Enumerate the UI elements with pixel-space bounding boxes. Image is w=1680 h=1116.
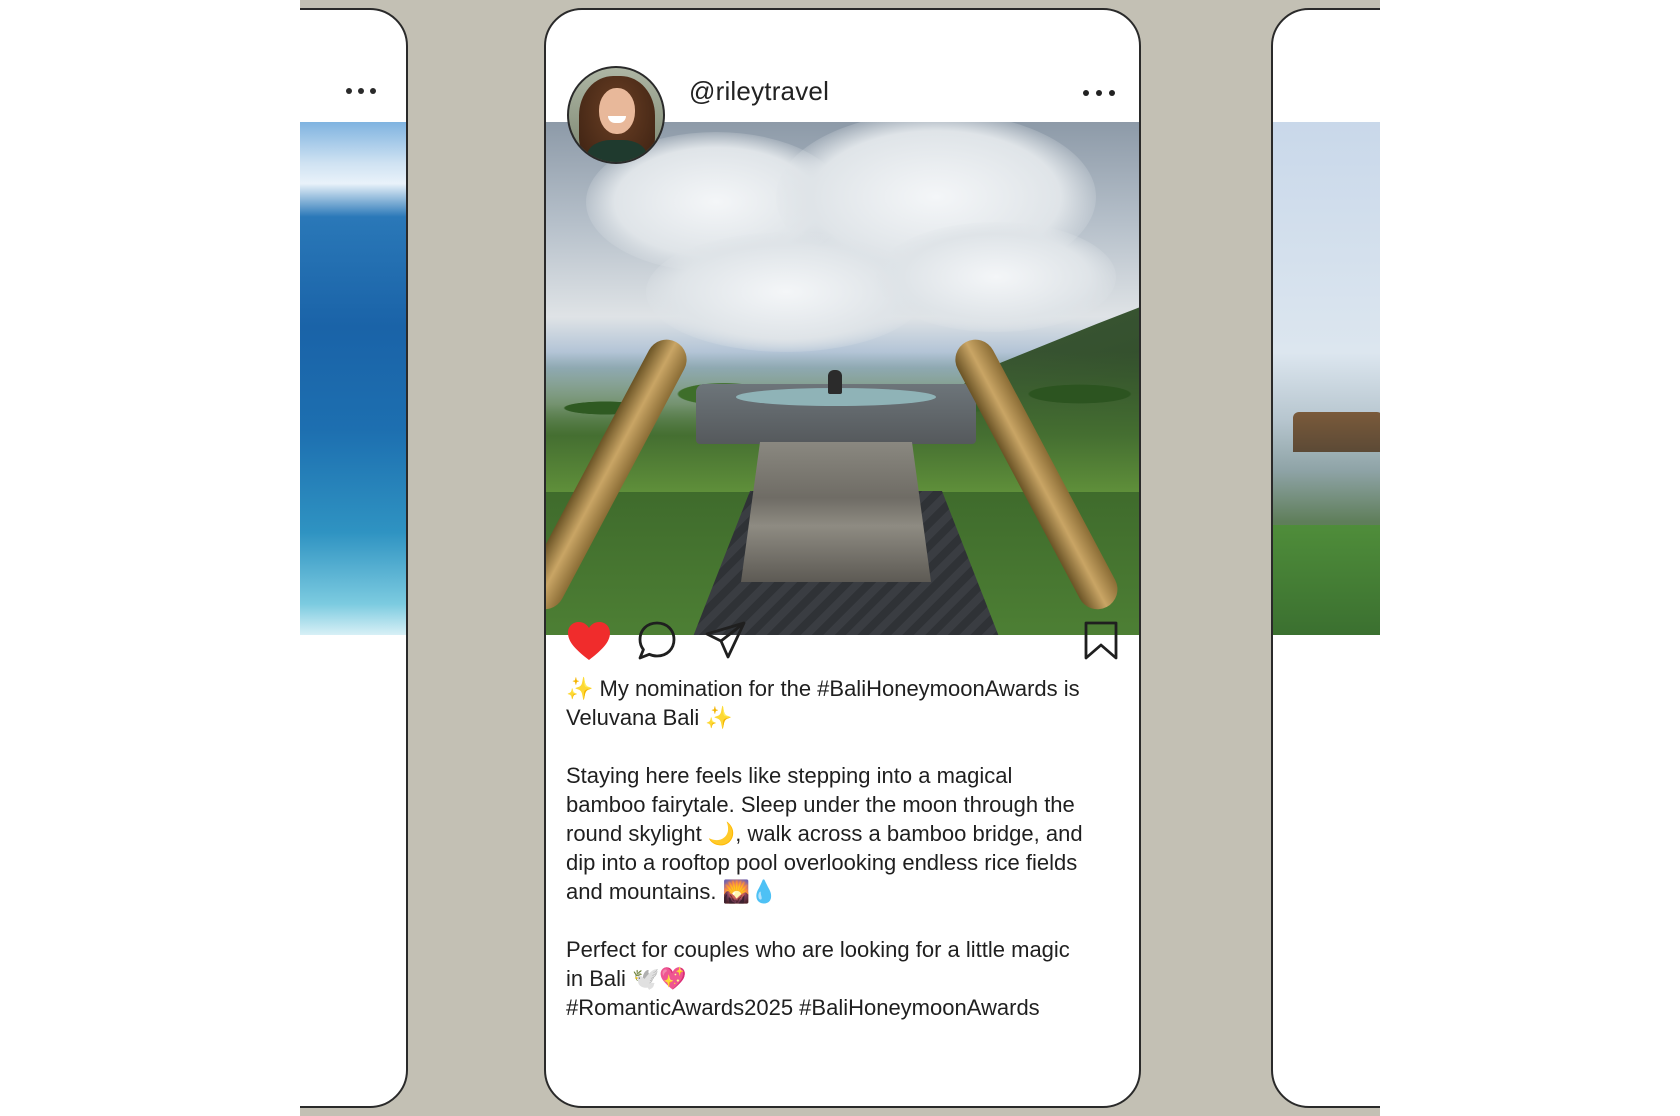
heart-icon[interactable] <box>566 620 612 667</box>
send-icon[interactable] <box>704 620 748 667</box>
post-card: @rileytravel ✨ My nomination for the #Ba… <box>544 8 1141 1108</box>
caption-intro: ✨ My nomination for the #BaliHoneymoonAw… <box>566 676 1080 730</box>
comment-icon[interactable] <box>636 620 678 667</box>
more-options-icon[interactable] <box>346 88 376 94</box>
avatar[interactable] <box>567 66 665 164</box>
caption-hashtags[interactable]: #RomanticAwards2025 #BaliHoneymoonAwards <box>566 993 1086 1022</box>
username[interactable]: @rileytravel <box>689 76 829 107</box>
previous-post-photo <box>300 122 406 635</box>
more-options-icon[interactable] <box>1083 90 1115 96</box>
next-post-card[interactable] <box>1271 8 1380 1108</box>
caption-closing: Perfect for couples who are looking for … <box>566 937 1070 991</box>
caption-description: Staying here feels like stepping into a … <box>566 763 1083 904</box>
next-post-photo <box>1273 122 1380 635</box>
post-photo[interactable] <box>546 122 1139 635</box>
post-actions <box>546 620 1139 666</box>
bookmark-icon[interactable] <box>1083 620 1119 667</box>
previous-post-card[interactable] <box>300 8 408 1108</box>
post-caption: ✨ My nomination for the #BaliHoneymoonAw… <box>566 674 1086 1022</box>
carousel-stage: @rileytravel ✨ My nomination for the #Ba… <box>300 0 1380 1116</box>
